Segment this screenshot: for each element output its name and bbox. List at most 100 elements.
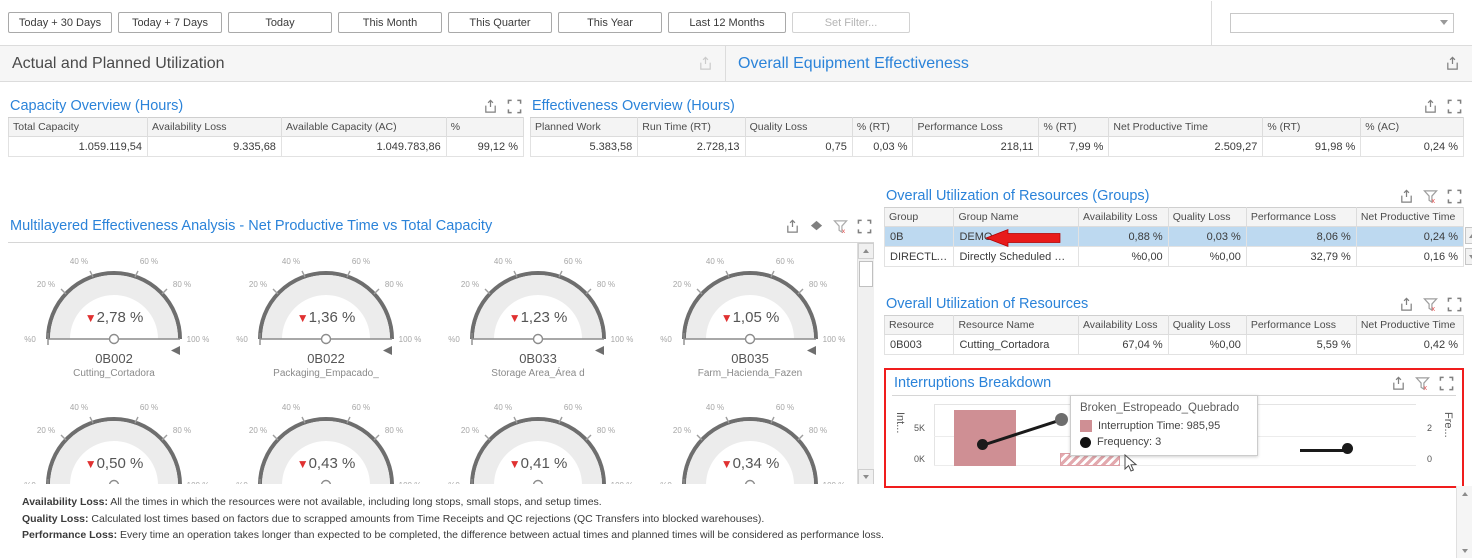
column-header-quality-loss[interactable]: Quality Loss	[744, 117, 853, 137]
fullscreen-icon[interactable]	[857, 219, 872, 234]
filter-today-30-days-button[interactable]: Today + 30 Days	[8, 12, 112, 33]
gauge-card-6[interactable]: %0 20 % 40 % 60 % 80 % 100 % ▼0,41 %	[432, 393, 644, 484]
filter-toolbar: Today + 30 Days Today + 7 Days Today Thi…	[0, 0, 1472, 46]
table-row[interactable]: 5.383,58 2.728,13 0,75 0,03 % 218,11 7,9…	[529, 136, 1464, 157]
table-row[interactable]: 0B003 Cutting_Cortadora 67,04 % %0,00 5,…	[884, 334, 1464, 355]
scrollbar-thumb[interactable]	[859, 261, 873, 287]
column-header-quality-loss[interactable]: Quality Loss	[1167, 207, 1247, 227]
capacity-overview-table[interactable]: Total Capacity Availability Loss Availab…	[7, 117, 525, 157]
chart-y-tick-left-5k: 5K	[914, 423, 926, 433]
column-header-available-capacity[interactable]: Available Capacity (AC)	[280, 117, 447, 137]
svg-text:60 %: 60 %	[140, 257, 158, 266]
filter-this-month-button[interactable]: This Month	[338, 12, 442, 33]
groups-table-wrapper: Group Group Name Availability Loss Quali…	[883, 207, 1472, 267]
resources-utilization-table[interactable]: Resource Resource Name Availability Loss…	[884, 315, 1464, 355]
gauge-value-5: ▼0,43 %	[296, 455, 356, 472]
scroll-down-button[interactable]	[858, 469, 874, 484]
column-header-total-capacity[interactable]: Total Capacity	[7, 117, 149, 137]
clear-filter-icon[interactable]: x	[1415, 376, 1430, 391]
fullscreen-icon[interactable]	[1439, 376, 1454, 391]
gauge-card-7[interactable]: %0 20 % 40 % 60 % 80 % 100 % ▼0,34 %	[644, 393, 856, 484]
groups-scroll-up-button[interactable]	[1465, 227, 1472, 244]
filter-this-quarter-button[interactable]: This Quarter	[448, 12, 552, 33]
interruptions-chart[interactable]: Int... Fre... 5K 0K 2 0 Broken_Estropead…	[892, 395, 1456, 479]
filter-this-year-button[interactable]: This Year	[558, 12, 662, 33]
gauge-card-2[interactable]: %0 20 % 40 % 60 % 80 % 100 % ▼1,23 % 0B0…	[432, 247, 644, 387]
column-header-availability-loss[interactable]: Availability Loss	[147, 117, 282, 137]
gauge-resource-id-0: 0B002	[95, 351, 133, 366]
fullscreen-icon[interactable]	[1447, 99, 1462, 114]
export-icon[interactable]	[1399, 297, 1414, 312]
layers-icon[interactable]	[809, 219, 824, 234]
column-header-resource[interactable]: Resource	[884, 315, 955, 335]
gauge-card-1[interactable]: %0 20 % 40 % 60 % 80 % 100 % ▼1,36 % 0B0…	[220, 247, 432, 387]
column-header-npt-pct-rt[interactable]: % (RT)	[1262, 117, 1362, 137]
chart-point-2[interactable]	[1342, 443, 1353, 454]
column-header-performance-loss[interactable]: Performance Loss	[1245, 207, 1357, 227]
cell-quality-loss: 0,03 %	[1167, 226, 1247, 247]
column-header-quality-loss[interactable]: Quality Loss	[1167, 315, 1247, 335]
cell-resource-name: Cutting_Cortadora	[953, 334, 1079, 355]
export-icon[interactable]	[1399, 189, 1414, 204]
column-header-quality-pct-rt[interactable]: % (RT)	[851, 117, 914, 137]
column-header-net-productive-time[interactable]: Net Productive Time	[1108, 117, 1264, 137]
column-header-performance-pct-rt[interactable]: % (RT)	[1038, 117, 1110, 137]
chevron-down-icon	[1440, 20, 1448, 25]
export-icon[interactable]	[483, 99, 498, 114]
export-icon[interactable]	[698, 56, 713, 71]
clear-filter-icon[interactable]: x	[1423, 297, 1438, 312]
fullscreen-icon[interactable]	[1447, 297, 1462, 312]
cell-npt-pct-ac: 0,24 %	[1360, 136, 1464, 157]
gauge-card-4[interactable]: %0 20 % 40 % 60 % 80 % 100 % ▼0,50 %	[8, 393, 220, 484]
export-icon[interactable]	[1423, 99, 1438, 114]
resources-utilization-header: Overall Utilization of Resources x	[884, 296, 1464, 315]
column-header-net-productive-time[interactable]: Net Productive Time	[1355, 315, 1464, 335]
column-header-availability-loss[interactable]: Availability Loss	[1077, 207, 1169, 227]
cell-group: 0B	[883, 226, 955, 247]
column-header-percent[interactable]: %	[445, 117, 525, 137]
svg-text:60 %: 60 %	[352, 403, 370, 412]
scroll-up-button[interactable]	[858, 243, 874, 259]
page-scrollbar[interactable]	[1456, 486, 1472, 558]
column-header-group-name[interactable]: Group Name	[953, 207, 1079, 227]
svg-text:60 %: 60 %	[564, 403, 582, 412]
gauge-card-5[interactable]: %0 20 % 40 % 60 % 80 % 100 % ▼0,43 %	[220, 393, 432, 484]
gauge-card-3[interactable]: %0 20 % 40 % 60 % 80 % 100 % ▼1,05 % 0B0…	[644, 247, 856, 387]
export-icon[interactable]	[1445, 56, 1460, 71]
chart-point-0[interactable]	[977, 439, 988, 450]
gauge-card-0[interactable]: %0 20 % 40 % 60 % 80 % 100 % ▼2,78 % 0B0…	[8, 247, 220, 387]
table-row[interactable]: 1.059.119,54 9.335,68 1.049.783,86 99,12…	[7, 136, 525, 157]
filter-today-button[interactable]: Today	[228, 12, 332, 33]
fullscreen-icon[interactable]	[1447, 189, 1462, 204]
column-header-npt-pct-ac[interactable]: % (AC)	[1360, 117, 1464, 137]
column-header-run-time[interactable]: Run Time (RT)	[637, 117, 746, 137]
clear-filter-icon[interactable]: x	[1423, 189, 1438, 204]
export-icon[interactable]	[1391, 376, 1406, 391]
column-header-performance-loss[interactable]: Performance Loss	[1245, 315, 1357, 335]
note-performance-loss: Performance Loss: Every time an operatio…	[22, 527, 1422, 544]
export-icon[interactable]	[785, 219, 800, 234]
filter-last-12-months-button[interactable]: Last 12 Months	[668, 12, 786, 33]
page-scroll-up-button[interactable]	[1458, 487, 1471, 500]
column-header-resource-name[interactable]: Resource Name	[953, 315, 1079, 335]
chart-point-1-hovered[interactable]	[1055, 413, 1068, 426]
column-header-performance-loss[interactable]: Performance Loss	[912, 117, 1040, 137]
column-header-planned-work[interactable]: Planned Work	[529, 117, 639, 137]
filter-combo-area	[1212, 12, 1472, 33]
groups-scroll-down-button[interactable]	[1465, 248, 1472, 265]
table-row[interactable]: DIRECTLY ... Directly Scheduled Mi... %0…	[883, 246, 1465, 267]
column-header-group[interactable]: Group	[883, 207, 955, 227]
clear-filter-icon[interactable]: x	[833, 219, 848, 234]
cell-quality-loss: 0,75	[744, 136, 853, 157]
gauge-scrollbar[interactable]	[857, 243, 874, 484]
right-panel-header: Overall Equipment Effectiveness	[726, 46, 1472, 82]
column-header-net-productive-time[interactable]: Net Productive Time	[1355, 207, 1465, 227]
page-scroll-down-button[interactable]	[1458, 544, 1471, 557]
note-quality-loss: Quality Loss: Calculated lost times base…	[22, 511, 1422, 528]
filter-today-7-days-button[interactable]: Today + 7 Days	[118, 12, 222, 33]
variant-select[interactable]	[1230, 12, 1454, 33]
fullscreen-icon[interactable]	[507, 99, 522, 114]
effectiveness-overview-title: Effectiveness Overview (Hours)	[532, 98, 735, 114]
column-header-availability-loss[interactable]: Availability Loss	[1077, 315, 1169, 335]
effectiveness-overview-table[interactable]: Planned Work Run Time (RT) Quality Loss …	[529, 117, 1464, 157]
